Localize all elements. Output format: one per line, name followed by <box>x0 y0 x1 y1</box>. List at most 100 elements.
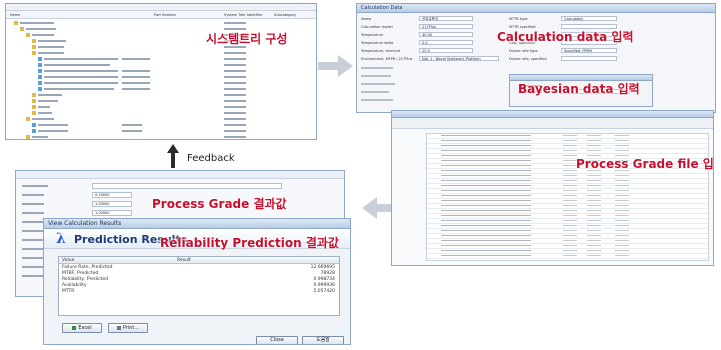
reliability-prediction-caption: Reliability Prediction 결과값 <box>160 236 339 250</box>
bayesian-data-caption: Bayesian data 입력 <box>518 82 640 96</box>
folder-icon <box>20 27 24 31</box>
folder-icon <box>32 93 36 97</box>
folder-icon <box>32 51 36 55</box>
folder-icon <box>14 21 18 25</box>
close-button[interactable]: Close <box>256 336 298 344</box>
chip-icon <box>38 69 42 73</box>
temperature-input[interactable]: 40.00 <box>419 32 473 37</box>
grade-value-input[interactable]: 1.00000 <box>92 210 132 216</box>
tree-row[interactable] <box>6 81 316 86</box>
view-calculation-results-window: View Calculation Results λ Prediction Re… <box>43 218 351 345</box>
folder-icon <box>26 117 30 121</box>
grade-value-input[interactable]: 0.10000 <box>92 192 132 198</box>
folder-icon <box>32 39 36 43</box>
failure-rate-type-select[interactable]: Specified, FPMH <box>561 48 617 53</box>
tree-toolbar <box>6 4 316 11</box>
chip-icon <box>38 63 42 67</box>
calculation-data-caption: Calculation data 입력 <box>497 30 634 44</box>
process-grade-file-title <box>392 111 713 118</box>
col-name[interactable]: Name <box>10 13 20 17</box>
field-label: Temperature <box>361 33 384 37</box>
folder-icon <box>26 135 30 139</box>
chip-icon <box>32 129 36 133</box>
field-label: Failure rate type <box>509 49 538 53</box>
folder-icon <box>26 33 30 37</box>
chip-icon <box>32 123 36 127</box>
chip-icon <box>38 87 42 91</box>
result-row[interactable]: MTTR 5.057420 <box>59 289 339 295</box>
failure-rate-specified-input[interactable] <box>561 56 617 61</box>
temperature-delta-input[interactable]: 0.0 <box>419 40 473 45</box>
result-label: Failure Rate, Predicted <box>62 265 113 270</box>
temperature-dormant-input[interactable]: 25.0 <box>419 48 473 53</box>
result-label: MTTR <box>62 289 75 294</box>
process-grade-table <box>426 133 709 261</box>
excel-button[interactable]: Excel <box>62 323 102 333</box>
tree-row[interactable] <box>6 135 316 139</box>
system-tree-window: Name Part Number System Tree Identifier … <box>5 3 317 140</box>
result-label: Reliability, Predicted <box>62 277 108 282</box>
field-label: Calculation model <box>361 25 393 29</box>
process-grade-file-window: Process Grade file 입력 <box>391 110 714 266</box>
environment-select[interactable]: NAL 1 - Naval Sheltered, Platform <box>419 56 499 61</box>
printer-icon <box>116 325 121 330</box>
chip-icon <box>38 81 42 85</box>
tree-row[interactable] <box>6 93 316 98</box>
grade-top-input[interactable] <box>92 183 282 189</box>
system-tree-caption: 시스템트리 구성 <box>206 32 288 46</box>
col-result: Result <box>177 258 191 263</box>
excel-button-label: Excel <box>78 325 92 331</box>
field-label: MTTR type <box>509 17 528 21</box>
folder-icon <box>32 45 36 49</box>
process-grade-file-caption: Process Grade file 입력 <box>576 157 714 171</box>
folder-icon <box>32 105 36 109</box>
result-value: 78928 <box>320 271 335 276</box>
col-part-number[interactable]: Part Number <box>154 13 176 17</box>
result-value: 12.669695 <box>310 265 335 270</box>
tree-row[interactable] <box>6 111 316 116</box>
result-value: 5.057420 <box>313 289 335 294</box>
col-system-tree-id[interactable]: System Tree Identifier <box>224 13 262 17</box>
grade-value-input[interactable]: 1.00000 <box>92 201 132 207</box>
result-value: 0.998734 <box>313 277 335 282</box>
print-button[interactable]: Print... <box>108 323 148 333</box>
calculation-model-select[interactable]: 217Plus <box>419 24 473 29</box>
tree-row[interactable] <box>6 21 316 26</box>
tree-row[interactable] <box>6 63 316 68</box>
tree-row[interactable] <box>6 75 316 80</box>
process-grade-toolbar <box>392 118 713 129</box>
folder-icon <box>32 99 36 103</box>
col-subcategory[interactable]: Subcategory <box>274 13 296 17</box>
tree-row[interactable] <box>6 117 316 122</box>
tree-row[interactable] <box>6 123 316 128</box>
mttr-type-select[interactable]: Calculated <box>561 16 617 21</box>
folder-icon <box>32 111 36 115</box>
excel-icon <box>72 325 77 330</box>
tree-row[interactable] <box>6 105 316 110</box>
feedback-label: Feedback <box>187 153 235 164</box>
field-label: Temperature delta <box>361 41 394 45</box>
print-button-label: Print... <box>122 325 140 331</box>
grade-header <box>16 171 344 179</box>
results-table-header: Value Result <box>59 257 339 264</box>
field-label: Failure rate, specified <box>509 57 547 61</box>
process-grade-result-caption: Process Grade 결과값 <box>152 197 287 211</box>
help-button[interactable]: 도움말 <box>302 336 344 344</box>
result-label: Availability <box>62 283 87 288</box>
field-label: Environment, MFPR / 217Plus <box>361 57 413 61</box>
tree-row[interactable] <box>6 69 316 74</box>
chip-icon <box>38 57 42 61</box>
results-table: Value Result Failure Rate, Predicted 12.… <box>58 256 340 316</box>
tree-row[interactable] <box>6 51 316 56</box>
result-label: MTBF, Predicted <box>62 271 99 276</box>
tree-row[interactable] <box>6 99 316 104</box>
results-window-title: View Calculation Results <box>44 219 350 229</box>
lambda-icon: λ <box>56 231 66 247</box>
tree-row[interactable] <box>6 57 316 62</box>
result-value: 0.999936 <box>313 283 335 288</box>
field-label: Temperature, dormant <box>361 49 401 53</box>
name-input[interactable]: 공업유용성 <box>419 16 473 21</box>
tree-row[interactable] <box>6 87 316 92</box>
feedback-arrow-up <box>167 144 179 168</box>
tree-row[interactable] <box>6 129 316 134</box>
